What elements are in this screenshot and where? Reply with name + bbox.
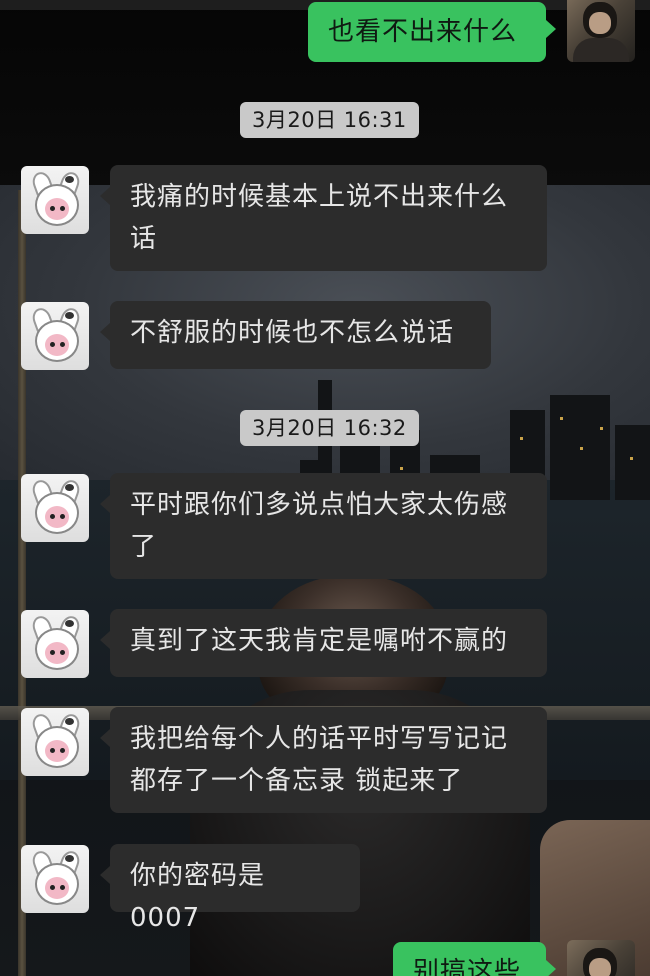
- user-photo-avatar-icon[interactable]: [567, 940, 635, 976]
- message-bubble-received[interactable]: 真到了这天我肯定是嘱咐不赢的: [100, 609, 547, 677]
- cartoon-avatar-icon[interactable]: [21, 166, 89, 234]
- cartoon-avatar-icon[interactable]: [21, 610, 89, 678]
- message-bubble-received[interactable]: 不舒服的时候也不怎么说话: [100, 301, 491, 369]
- timestamp: 3月20日 16:32: [240, 410, 419, 446]
- timestamp: 3月20日 16:31: [240, 102, 419, 138]
- chat-screen: 也看不出来什么 3月20日 16:31 我痛的时候基本上说不出来什么话 不舒服的…: [0, 0, 650, 976]
- message-bubble-received[interactable]: 你的密码是 0007: [100, 844, 360, 933]
- message-bubble-received[interactable]: 我痛的时候基本上说不出来什么话: [100, 165, 547, 271]
- cartoon-avatar-icon[interactable]: [21, 302, 89, 370]
- cartoon-avatar-icon[interactable]: [21, 708, 89, 776]
- user-photo-avatar-icon[interactable]: [567, 0, 635, 62]
- cartoon-avatar-icon[interactable]: [21, 845, 89, 913]
- message-bubble-sent[interactable]: 别搞这些: [393, 942, 556, 976]
- message-bubble-received[interactable]: 我把给每个人的话平时写写记记都存了一个备忘录 锁起来了: [100, 707, 547, 813]
- cartoon-avatar-icon[interactable]: [21, 474, 89, 542]
- message-bubble-received[interactable]: 平时跟你们多说点怕大家太伤感了: [100, 473, 547, 579]
- message-bubble-sent[interactable]: 也看不出来什么: [308, 2, 556, 62]
